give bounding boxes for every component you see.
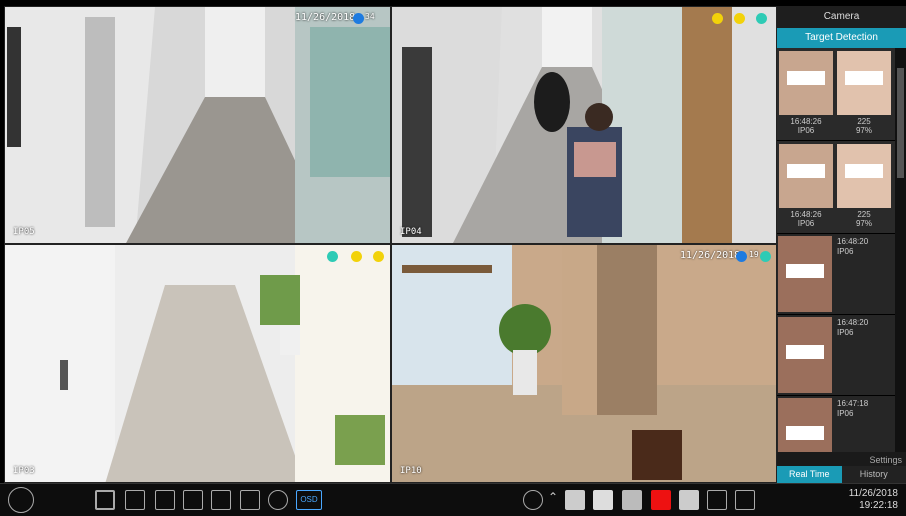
reference-face <box>837 51 891 115</box>
face-snapshot-item[interactable]: 16:48:20IP06 <box>777 315 895 396</box>
alarm-icon[interactable] <box>651 490 671 510</box>
snapshot-face <box>778 317 832 393</box>
match-percent: 97% <box>856 126 872 135</box>
channel-label: IP03 <box>13 466 35 476</box>
record-status-icon <box>736 251 747 262</box>
tile-timestamp: 11/26/2018 <box>295 12 355 23</box>
face-detect-icon <box>327 251 338 262</box>
camera-tile-1[interactable]: 11/26/2018 34 IP05 <box>4 6 391 244</box>
chevron-up-icon[interactable]: ⌃ <box>547 490 559 510</box>
lobby-scene-4 <box>392 245 777 483</box>
match-id: 225 <box>857 210 870 219</box>
detect-camera: IP06 <box>837 409 853 418</box>
layout-4-icon[interactable] <box>155 490 175 510</box>
detect-time: 16:48:26 <box>790 210 821 219</box>
osd-button[interactable]: OSD <box>296 490 322 510</box>
camera-tile-2[interactable]: IP04 <box>391 6 777 244</box>
snapshot-face <box>779 51 833 115</box>
sidebar-title: Camera <box>777 6 906 28</box>
channel-label: IP04 <box>400 227 422 237</box>
tab-history[interactable]: History <box>842 466 906 483</box>
corridor-scene-1 <box>5 7 391 244</box>
reference-face <box>837 144 891 208</box>
system-clock: 11/26/2018 19:22:18 <box>849 488 898 512</box>
layout-16-icon[interactable] <box>211 490 231 510</box>
detect-time: 16:47:18 <box>837 399 868 408</box>
alarm-indicator-icon <box>734 13 745 24</box>
play-icon[interactable] <box>523 490 543 510</box>
detection-sidebar: Camera Target Detection 16:48:26IP06 225… <box>777 6 906 483</box>
face-snapshot-item[interactable]: 16:47:18IP06 <box>777 396 895 452</box>
detect-time: 16:48:20 <box>837 318 868 327</box>
layout-custom-icon[interactable] <box>240 490 260 510</box>
camera-record-icon[interactable] <box>565 490 585 510</box>
face-match-item[interactable]: 16:48:26IP06 22597% <box>777 141 895 234</box>
sequence-icon[interactable] <box>268 490 288 510</box>
camera-tile-3[interactable]: IP03 <box>4 244 391 483</box>
corridor-scene-2 <box>392 7 777 244</box>
scroll-thumb[interactable] <box>897 68 904 178</box>
tile-extra: 34 <box>365 12 375 21</box>
camera-tile-4[interactable]: 11/26/2018 19 IP10 <box>391 244 777 483</box>
layout-1-icon[interactable] <box>125 490 145 510</box>
multi-screen-icon[interactable] <box>735 490 755 510</box>
detect-time: 16:48:20 <box>837 237 868 246</box>
motion-alarm-icon <box>351 251 362 262</box>
snapshot-face <box>778 236 832 312</box>
detect-time: 16:48:26 <box>790 117 821 126</box>
clock-time: 19:22:18 <box>849 500 898 512</box>
tile-timestamp: 11/26/2018 <box>680 250 740 261</box>
channel-label: IP05 <box>13 227 35 237</box>
face-detect-icon <box>760 251 771 262</box>
corridor-scene-3 <box>5 245 391 483</box>
face-icon[interactable] <box>593 490 613 510</box>
match-id: 225 <box>857 117 870 126</box>
sidebar-scrollbar[interactable] <box>895 48 906 452</box>
face-match-item[interactable]: 16:48:26IP06 22597% <box>777 48 895 141</box>
layout-9-icon[interactable] <box>183 490 203 510</box>
tile-extra: 19 <box>749 250 759 259</box>
match-percent: 97% <box>856 219 872 228</box>
snapshot-face <box>779 144 833 208</box>
face-detect-icon <box>756 13 767 24</box>
snapshot-face <box>778 398 832 452</box>
alarm-indicator-icon <box>373 251 384 262</box>
motion-alarm-icon <box>712 13 723 24</box>
backup-icon[interactable] <box>707 490 727 510</box>
disk-icon[interactable] <box>679 490 699 510</box>
start-menu-icon[interactable] <box>8 487 34 513</box>
snapshot-icon[interactable] <box>622 490 642 510</box>
clock-date: 11/26/2018 <box>849 488 898 500</box>
fullscreen-icon[interactable] <box>95 490 115 510</box>
tab-target-detection[interactable]: Target Detection <box>777 28 906 48</box>
detect-camera: IP06 <box>837 247 853 256</box>
detect-camera: IP06 <box>798 126 814 135</box>
bottom-toolbar: OSD ⌃ 11/26/2018 19:22:18 <box>0 483 906 516</box>
settings-link[interactable]: Settings <box>869 455 902 465</box>
video-grid: 11/26/2018 34 IP05 IP04 <box>0 0 777 483</box>
detection-list: 16:48:26IP06 22597% 16:48:26IP06 22597% … <box>777 48 895 452</box>
detect-camera: IP06 <box>837 328 853 337</box>
tab-real-time[interactable]: Real Time <box>777 466 842 483</box>
record-status-icon <box>353 13 364 24</box>
detect-camera: IP06 <box>798 219 814 228</box>
face-snapshot-item[interactable]: 16:48:20IP06 <box>777 234 895 315</box>
channel-label: IP10 <box>400 466 422 476</box>
